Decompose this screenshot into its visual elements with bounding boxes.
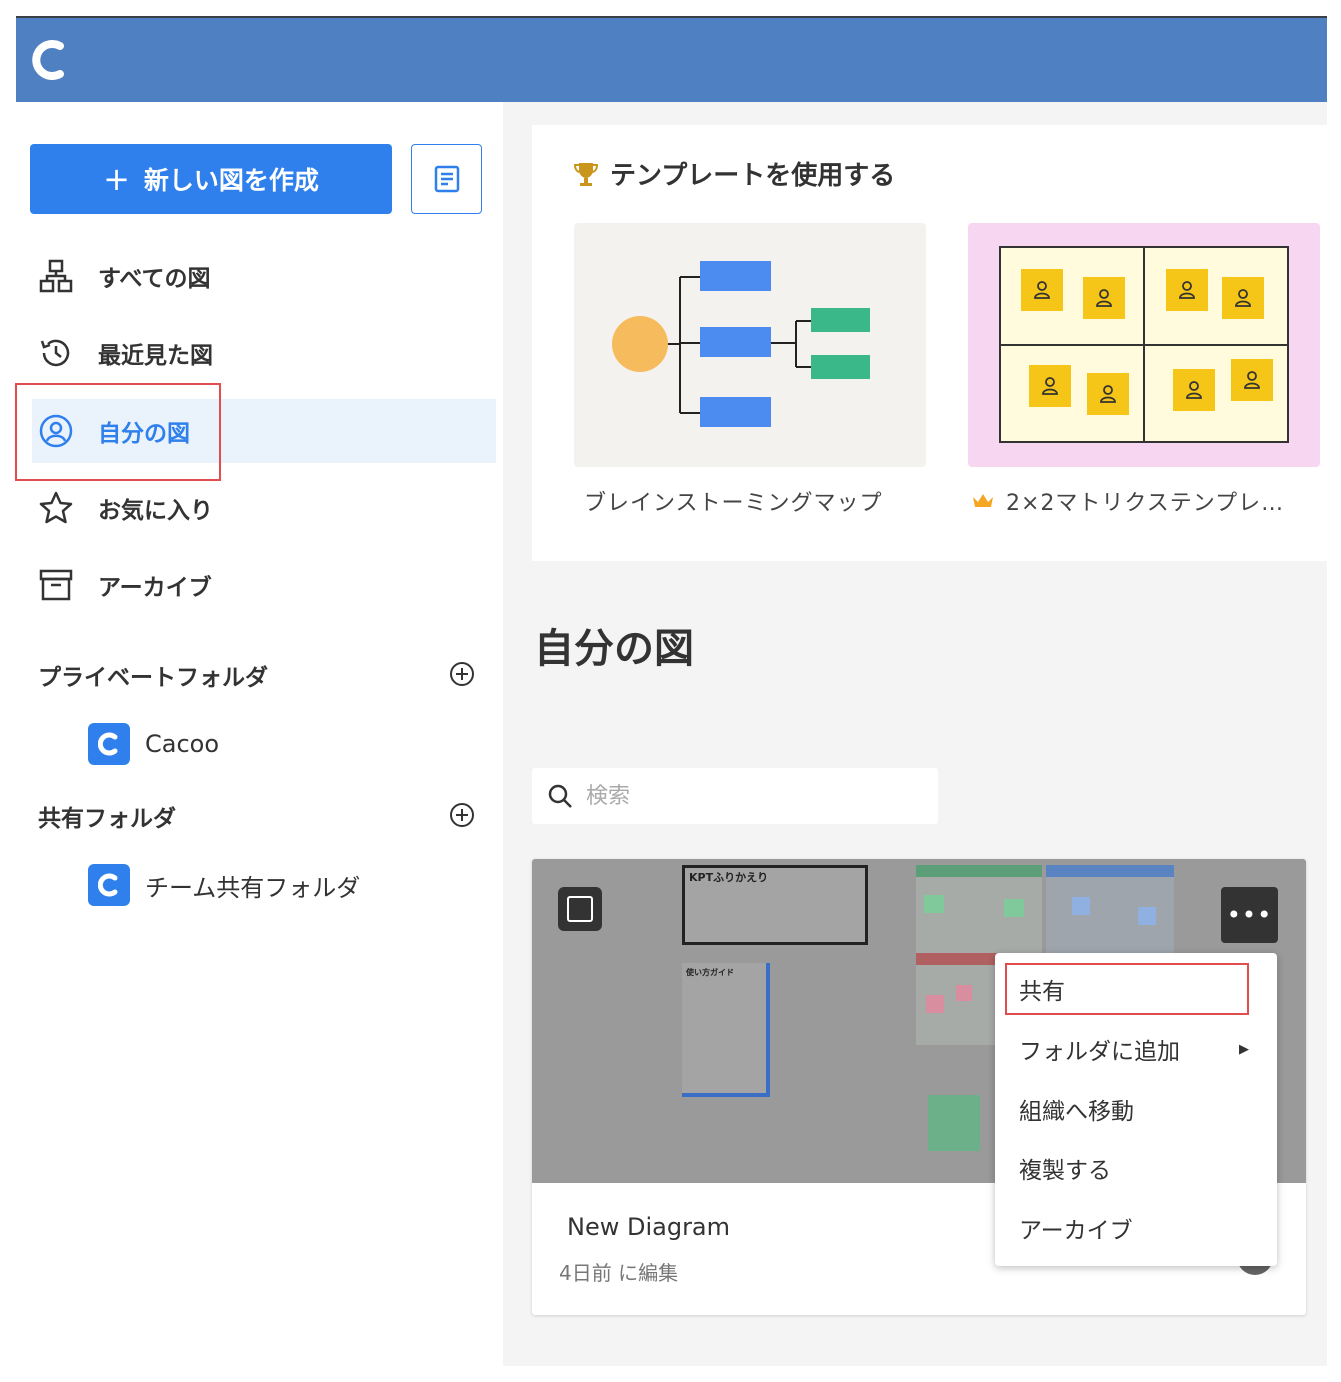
thumb-kpt-frame: KPTふりかえり <box>682 865 868 945</box>
nav-all-diagrams[interactable]: すべての図 <box>16 244 496 308</box>
cacoo-logo-icon[interactable] <box>30 38 70 82</box>
diagram-edited-time: 4日前 に編集 <box>559 1261 679 1285</box>
thumb-kpt-title: KPTふりかえり <box>689 871 769 884</box>
template-button[interactable] <box>411 144 482 214</box>
person-icon <box>1029 365 1071 407</box>
new-diagram-button[interactable]: + 新しい図を作成 <box>30 144 392 214</box>
thumb-guide-title: 使い方ガイド <box>686 968 734 977</box>
add-circle-icon[interactable] <box>448 801 476 829</box>
templates-panel: テンプレートを使用する ブレインストーミングマップ 2×2マトリクステンプレ… <box>532 125 1332 561</box>
person-icon <box>1083 277 1125 319</box>
template-thumb-matrix[interactable] <box>968 223 1320 467</box>
private-folders-title: プライベートフォルダ <box>38 665 268 691</box>
page-title: 自分の図 <box>534 626 694 672</box>
trophy-icon <box>573 162 599 186</box>
archive-icon <box>36 565 76 605</box>
diagram-name[interactable]: New Diagram <box>567 1213 730 1241</box>
folder-label: チーム共有フォルダ <box>145 873 361 902</box>
search-box[interactable] <box>532 768 938 824</box>
cacoo-folder-icon <box>88 864 130 906</box>
mindmap-preview <box>612 261 870 427</box>
menu-item-label: 複製する <box>1019 1158 1111 1184</box>
person-icon <box>1231 359 1273 401</box>
highlight-box <box>15 383 221 481</box>
folder-label: Cacoo <box>145 730 220 758</box>
nav-label: 最近見た図 <box>98 343 213 369</box>
select-checkbox[interactable] <box>558 887 602 931</box>
thumb-t-column <box>1046 865 1174 955</box>
star-icon <box>36 488 76 528</box>
menu-item-label: 組織へ移動 <box>1019 1099 1134 1125</box>
thumb-guide-frame: 使い方ガイド <box>682 963 770 1097</box>
template-label: ブレインストーミングマップ <box>584 491 883 516</box>
search-icon <box>548 784 572 808</box>
thumb-green-notes <box>928 1095 980 1151</box>
templates-title-text: テンプレートを使用する <box>610 161 896 191</box>
nav-recent[interactable]: 最近見た図 <box>16 321 496 385</box>
context-menu: 共有 フォルダに追加 ▶ 組織へ移動 複製する アーカイブ <box>995 953 1277 1266</box>
template-label: 2×2マトリクステンプレ… <box>1006 491 1285 516</box>
nav-label: すべての図 <box>98 266 211 292</box>
search-input[interactable] <box>586 783 916 809</box>
menu-item-label: アーカイブ <box>1019 1218 1133 1244</box>
templates-title: テンプレートを使用する <box>572 155 895 192</box>
menu-item-add-to-folder[interactable]: フォルダに追加 ▶ <box>995 1020 1277 1078</box>
matrix-preview <box>999 246 1289 443</box>
person-icon <box>1166 269 1208 311</box>
crown-icon <box>973 494 993 507</box>
shared-folders-title: 共有フォルダ <box>38 806 176 832</box>
nav-label: アーカイブ <box>98 575 212 601</box>
history-icon <box>36 333 76 373</box>
nav-label: お気に入り <box>98 498 213 524</box>
menu-item-label: フォルダに追加 <box>1019 1039 1180 1065</box>
folder-item[interactable]: Cacoo <box>88 722 219 766</box>
hierarchy-icon <box>36 256 76 296</box>
plus-icon: + <box>103 160 130 198</box>
folder-item[interactable]: チーム共有フォルダ <box>88 863 360 907</box>
menu-item-duplicate[interactable]: 複製する <box>995 1139 1277 1197</box>
person-icon <box>1173 369 1215 411</box>
menu-item-move-to-org[interactable]: 組織へ移動 <box>995 1080 1277 1138</box>
cacoo-folder-icon <box>88 723 130 765</box>
person-icon <box>1021 269 1063 311</box>
template-icon <box>434 165 459 193</box>
caret-right-icon: ▶ <box>1239 1041 1249 1057</box>
new-diagram-label: 新しい図を作成 <box>143 166 319 195</box>
person-icon <box>1222 277 1264 319</box>
template-thumb-brainstorm[interactable] <box>574 223 926 467</box>
nav-archive[interactable]: アーカイブ <box>16 553 496 617</box>
sidebar: + 新しい図を作成 すべての図 最近見た図 自分の図 お気に入り アーカイブ プ… <box>15 102 503 1366</box>
add-circle-icon[interactable] <box>448 660 476 688</box>
highlight-box <box>1005 963 1249 1015</box>
top-bar <box>16 16 1327 102</box>
more-options-button[interactable]: ••• <box>1221 887 1278 943</box>
person-icon <box>1087 373 1129 415</box>
nav-favorites[interactable]: お気に入り <box>16 476 496 540</box>
menu-item-archive[interactable]: アーカイブ <box>995 1199 1277 1257</box>
